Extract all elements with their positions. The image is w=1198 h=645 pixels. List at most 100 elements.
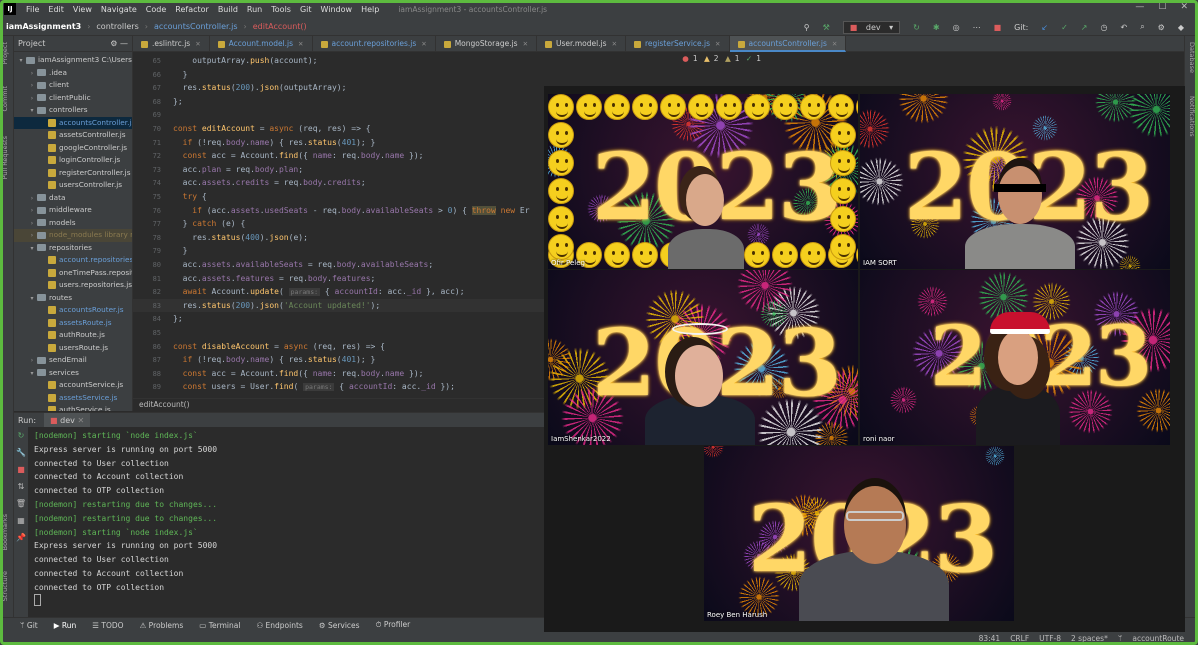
pull-requests-tool-tab[interactable]: Pull Requests [1,136,9,179]
layout-icon[interactable]: ▦ [17,516,25,525]
tree-folder[interactable]: ▾ repositories [14,242,132,255]
coverage-icon[interactable]: ◎ [953,23,960,32]
tree-folder[interactable]: › clientPublic [14,92,132,105]
user-icon[interactable]: ⚲ [804,23,810,32]
database-tool-tab[interactable]: Database [1188,42,1196,73]
tree-file[interactable]: loginController.js [14,154,132,167]
editor-tab[interactable]: User.model.js ✕ [537,36,627,52]
close-icon[interactable]: ✕ [715,40,720,48]
menu-item-build[interactable]: Build [218,5,238,14]
tree-file[interactable]: usersController.js [14,179,132,192]
close-icon[interactable]: ✕ [77,416,84,425]
stop-icon[interactable]: ■ [994,23,1002,32]
trash-icon[interactable]: 🗑 [16,499,26,508]
commit-tool-tab[interactable]: Commit [1,86,9,112]
editor-tab[interactable]: .eslintrc.js ✕ [133,36,210,52]
tree-folder[interactable]: ▾ routes [14,292,132,305]
history-icon[interactable]: ◷ [1101,23,1108,32]
run-config-select[interactable]: ■ dev ▾ [842,20,901,34]
menu-item-window[interactable]: Window [321,5,353,14]
video-tile-roni-naor[interactable]: 2023 roni naor [860,270,1170,445]
notifications-tool-tab[interactable]: Notifications [1188,96,1196,137]
close-icon[interactable]: ✕ [523,40,528,48]
breadcrumb-file[interactable]: accountsController.js [154,22,238,31]
more-run-icon[interactable]: ⋯ [973,23,981,32]
video-tile-roey-ben-harush[interactable]: 2023 Roey Ben Harush [704,446,1014,621]
menu-item-refactor[interactable]: Refactor [175,5,209,14]
close-icon[interactable]: ✕ [832,40,837,48]
stop-icon[interactable]: ■ [17,465,25,474]
video-tile-iamshenkar2022[interactable]: 2023 IamShenkar2022 [548,270,858,445]
panel-options-icon[interactable]: ⚙ — [110,39,128,48]
rerun-icon[interactable]: ↻ [18,431,25,440]
tree-file[interactable]: oneTimePass.repositories.js [14,267,132,280]
close-icon[interactable]: ✕ [1180,2,1188,12]
menu-item-view[interactable]: View [73,5,92,14]
menu-item-edit[interactable]: Edit [48,5,64,14]
tree-file[interactable]: assetsService.js [14,392,132,405]
editor-tab[interactable]: registerService.js ✕ [626,36,730,52]
menu-item-tools[interactable]: Tools [271,5,291,14]
project-tool-tab[interactable]: Project [1,42,9,64]
hammer-icon[interactable]: ⚒ [823,23,830,32]
maximize-icon[interactable]: ☐ [1158,2,1166,12]
git-push-icon[interactable]: ↗ [1081,23,1088,32]
tree-file[interactable]: accountService.js [14,379,132,392]
menu-item-code[interactable]: Code [146,5,166,14]
structure-tool-tab[interactable]: Structure [1,571,9,601]
editor-tab[interactable]: Account.model.js ✕ [210,36,313,52]
debug-icon[interactable]: ✱ [933,23,940,32]
tool-tab-problems[interactable]: ⚠ Problems [140,621,184,630]
tree-file[interactable]: account.repositories.js [14,254,132,267]
video-tile-ofir-peleg[interactable]: 2023 Ofir Peleg [548,94,858,269]
tool-tab-endpoints[interactable]: ⚇ Endpoints [256,621,302,630]
rollback-icon[interactable]: ↶ [1120,23,1127,32]
line-ending[interactable]: CRLF [1010,632,1029,645]
rerun-icon[interactable]: ↻ [913,23,920,32]
tree-folder[interactable]: ▾ controllers [14,104,132,117]
tree-file[interactable]: usersRoute.js [14,342,132,355]
tool-tab-todo[interactable]: ☰ TODO [92,621,123,630]
tree-folder[interactable]: › sendEmail [14,354,132,367]
tree-file[interactable]: assetsController.js [14,129,132,142]
git-update-icon[interactable]: ↙ [1041,23,1048,32]
indent-setting[interactable]: 2 spaces* [1071,632,1108,645]
tree-folder[interactable]: ▾ services [14,367,132,380]
close-icon[interactable]: ✕ [612,40,617,48]
close-icon[interactable]: ✕ [298,40,303,48]
tree-folder[interactable]: ▾ iamAssignment3 C:\Users\ [14,54,132,67]
project-header-label[interactable]: Project [18,39,45,48]
menu-item-git[interactable]: Git [300,5,312,14]
tree-folder[interactable]: › middleware [14,204,132,217]
breadcrumb-function[interactable]: editAccount() [253,22,307,31]
close-icon[interactable]: ✕ [195,40,200,48]
wrench-icon[interactable]: 🔧 [16,448,26,457]
tree-file[interactable]: assetsRoute.js [14,317,132,330]
code-line[interactable]: 65 outputArray.push(account); [133,54,773,68]
restore-layout-icon[interactable]: ⇅ [18,482,25,491]
editor-tab[interactable]: accountsController.js ✕ [729,36,847,52]
git-branch[interactable]: accountRoute [1132,632,1184,645]
tool-tab-services[interactable]: ⚙ Services [319,621,360,630]
tree-file[interactable]: accountsRouter.js [14,304,132,317]
tree-file[interactable]: googleController.js [14,142,132,155]
cursor-position[interactable]: 83:41 [979,632,1001,645]
tool-tab-run[interactable]: ▶ Run [54,621,77,630]
menu-item-file[interactable]: File [26,5,39,14]
run-tab-dev[interactable]: ■ dev ✕ [44,412,91,428]
menu-item-navigate[interactable]: Navigate [101,5,137,14]
tree-folder[interactable]: › models [14,217,132,230]
video-tile-iam-sort[interactable]: 2023 IAM SORT [860,94,1170,269]
run-console[interactable]: ↻ 🔧 ■ ⇅ 🗑 ▦ 📌 [nodemon] starting `node i… [14,427,544,617]
tool-tab-git[interactable]: ᛘ Git [20,621,38,630]
tree-file[interactable]: authService.js [14,404,132,411]
tree-file[interactable]: accountsController.js [14,116,132,129]
plugin-icon[interactable]: ◆ [1178,23,1184,32]
tool-tab-profiler[interactable]: ⏱ Profiler [376,620,411,630]
tree-folder[interactable]: ›node_modules library root [14,229,132,242]
editor-tab[interactable]: MongoStorage.js ✕ [436,36,538,52]
tree-file[interactable]: authRoute.js [14,329,132,342]
tree-folder[interactable]: › client [14,79,132,92]
tree-folder[interactable]: › .idea [14,67,132,80]
tree-folder[interactable]: › data [14,192,132,205]
